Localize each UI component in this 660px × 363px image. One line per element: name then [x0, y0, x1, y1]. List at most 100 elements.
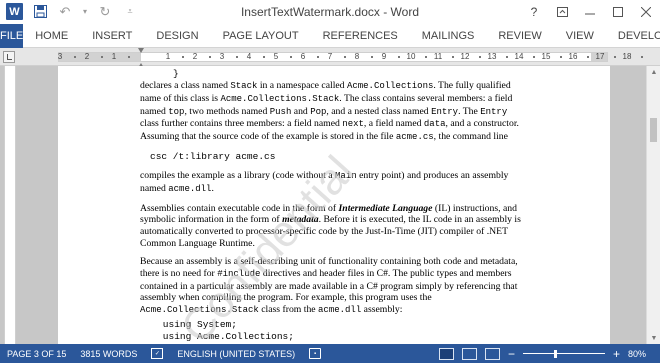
ruler-number: 1 [111, 52, 117, 61]
ruler-number: 15 [541, 52, 551, 61]
text-run: . The [458, 105, 481, 117]
scroll-down-icon[interactable]: ▼ [647, 332, 660, 344]
horizontal-ruler[interactable]: 3 2 1 1 2 3 4 5 6 7 8 9 10 11 12 13 14 15 16 17 18 [58, 48, 643, 68]
tab-home[interactable]: HOME [23, 30, 80, 42]
inline-code: #include [217, 269, 261, 280]
text-run: compiles the example as a library (code … [140, 170, 336, 182]
vertical-ruler[interactable] [4, 66, 16, 344]
ruler-tick [640, 56, 643, 58]
ruler-tick [532, 56, 535, 58]
ruler-number: 10 [406, 52, 416, 61]
tab-developer[interactable]: DEVELOPER [606, 30, 660, 42]
page-count[interactable]: PAGE 3 OF 15 [0, 349, 73, 359]
ruler-number: 5 [273, 52, 279, 61]
ribbon-tab-bar: FILE HOME INSERT DESIGN PAGE LAYOUT REFERENC… [0, 23, 660, 48]
inline-code: Entry [431, 106, 459, 117]
zoom-slider-knob[interactable] [553, 349, 557, 358]
text-run: class from the [258, 304, 319, 316]
tab-page-layout[interactable]: PAGE LAYOUT [211, 30, 311, 42]
scrollbar-thumb[interactable] [650, 118, 657, 142]
ruler-tick [370, 56, 373, 58]
inline-code: Acme.Collections.Stack [220, 94, 340, 104]
code-line: using System; [140, 318, 237, 330]
ruler-tick [451, 56, 454, 58]
ruler-tick [181, 56, 184, 58]
ruler-tick [100, 56, 103, 58]
text-run: Assemblies contain executable code in th… [140, 202, 339, 214]
ruler-number: 7 [327, 52, 333, 61]
document-body[interactable]: } declares a class named Stack in a name… [140, 68, 524, 344]
close-icon[interactable] [632, 0, 660, 24]
ruler-tick [262, 56, 265, 58]
web-layout-view-icon[interactable] [484, 347, 500, 360]
tab-mailings[interactable]: MAILINGS [410, 30, 487, 42]
text-run: , the command line [433, 131, 508, 143]
vertical-scrollbar[interactable]: ▲ ▼ [646, 66, 660, 344]
code-line: } [173, 68, 179, 79]
zoom-level[interactable]: 80% [628, 349, 652, 359]
ruler-tick [208, 56, 211, 58]
ruler-tick [235, 56, 238, 58]
code-line: using Acme.Collections; [140, 331, 294, 343]
ruler-number: 18 [622, 52, 632, 61]
paragraph-self-describing: Because an assembly is a self-describing… [140, 256, 524, 317]
scroll-up-icon[interactable]: ▲ [647, 66, 660, 78]
maximize-icon[interactable] [604, 0, 632, 24]
paragraph-assemblies: Assemblies contain executable code in th… [140, 203, 524, 250]
ruler-tick [397, 56, 400, 58]
inline-code: Push [269, 106, 292, 117]
tab-references[interactable]: REFERENCES [311, 30, 410, 42]
ruler-number: 2 [84, 52, 90, 61]
read-mode-view-icon[interactable] [461, 347, 477, 360]
emphasis-term: Intermediate Language [338, 202, 433, 214]
zoom-in-button[interactable]: + [613, 347, 620, 361]
word-count[interactable]: 3815 WORDS [73, 349, 144, 359]
inline-code: data [423, 119, 446, 130]
inline-code: acme.dll [168, 183, 212, 194]
redo-icon[interactable]: ↻ [97, 4, 113, 20]
ruler-number: 14 [514, 52, 524, 61]
ruler-number: 17 [595, 52, 605, 61]
text-run: , and a nested class named [326, 105, 432, 117]
save-icon[interactable] [32, 4, 48, 20]
ruler-tick [586, 56, 589, 58]
document-page[interactable]: } declares a class named Stack in a name… [58, 66, 610, 344]
inline-code: acme.dll [318, 305, 362, 316]
tab-review[interactable]: REVIEW [486, 30, 553, 42]
customize-toolbar-icon[interactable]: ⩡ [122, 4, 138, 20]
macro-recording-icon[interactable]: ▪ [302, 348, 328, 359]
command-line: csc /t:library acme.cs [150, 150, 276, 162]
tab-view[interactable]: VIEW [554, 30, 606, 42]
undo-icon[interactable]: ↶ [57, 4, 73, 20]
status-bar: PAGE 3 OF 15 3815 WORDS ✓ ENGLISH (UNITE… [0, 344, 660, 363]
tab-selector-icon[interactable] [3, 51, 15, 63]
print-layout-view-icon[interactable] [438, 347, 454, 360]
ruler-number: 16 [568, 52, 578, 61]
ruler-tick [505, 56, 508, 58]
emphasis-term: metadata [282, 214, 319, 226]
ruler-tick [289, 56, 292, 58]
zoom-out-button[interactable]: − [508, 347, 515, 361]
minimize-icon[interactable] [576, 0, 604, 24]
text-run: in a namespace called [257, 80, 347, 92]
ruler-number: 13 [487, 52, 497, 61]
ribbon-display-options-icon[interactable] [548, 0, 576, 24]
ruler-number: 2 [192, 52, 198, 61]
ruler-number: 12 [460, 52, 470, 61]
text-run: declares a class named [140, 80, 231, 92]
text-run: assembly: [361, 304, 403, 316]
zoom-slider[interactable] [522, 348, 605, 360]
ruler-tick [613, 56, 616, 58]
indent-marker[interactable] [138, 48, 145, 68]
title-bar: W ↶ ▾ ↻ ⩡ InsertTextWatermark.docx - Wor… [0, 0, 660, 24]
word-app-icon[interactable]: W [6, 3, 23, 20]
tab-design[interactable]: DESIGN [144, 30, 210, 42]
code-block: using System; using Acme.Collections; cl… [140, 319, 524, 344]
tab-file[interactable]: FILE [0, 23, 24, 48]
proofing-icon[interactable]: ✓ [144, 348, 170, 359]
ruler-tick [127, 56, 130, 58]
undo-dropdown-icon[interactable]: ▾ [82, 4, 88, 20]
help-button[interactable]: ? [520, 0, 548, 24]
tab-insert[interactable]: INSERT [80, 30, 144, 42]
language[interactable]: ENGLISH (UNITED STATES) [170, 349, 302, 359]
